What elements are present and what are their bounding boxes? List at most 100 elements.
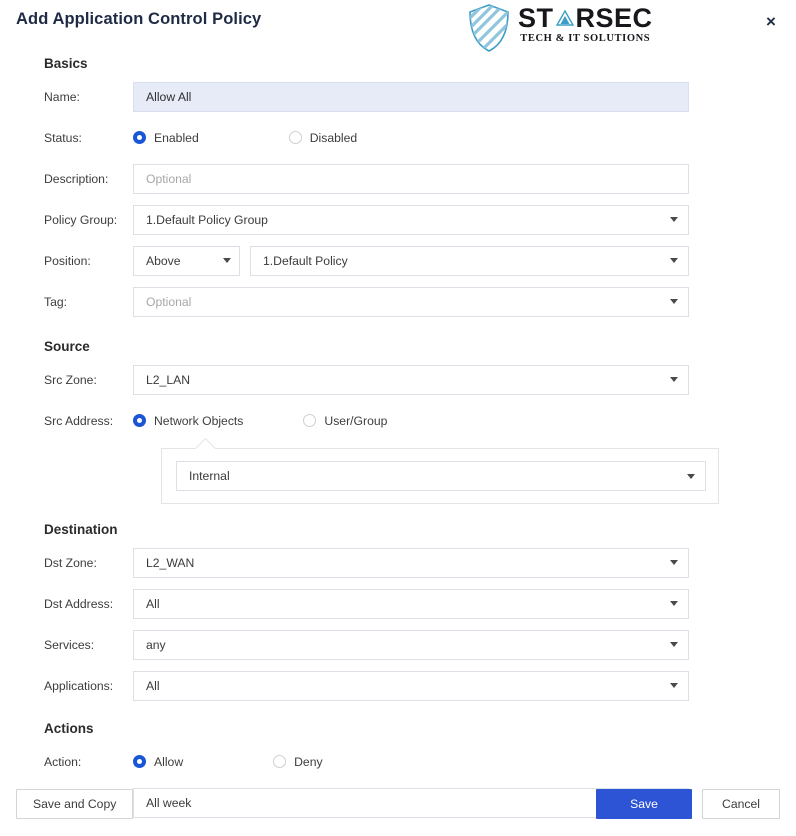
save-button[interactable]: Save	[596, 789, 692, 819]
applications-value: All	[146, 678, 160, 693]
services-value: any	[146, 637, 166, 652]
chevron-down-icon	[670, 642, 678, 647]
src-address-radio-network-objects[interactable]: Network Objects	[133, 414, 243, 428]
status-radio-enabled[interactable]: Enabled	[133, 131, 199, 145]
label-name: Name:	[44, 89, 80, 104]
chevron-down-icon	[223, 258, 231, 263]
row-applications: Applications: All	[16, 668, 780, 703]
label-action: Action:	[44, 754, 82, 769]
section-title-actions: Actions	[44, 721, 94, 736]
add-application-control-policy-dialog: Add Application Control Policy ST RSEC T…	[0, 0, 796, 836]
label-tag: Tag:	[44, 294, 68, 309]
brand-wordmark: ST RSEC	[518, 3, 653, 33]
row-position: Position: Above 1.Default Policy	[16, 243, 780, 278]
row-tag: Tag: Optional	[16, 284, 780, 319]
chevron-down-icon	[670, 377, 678, 382]
label-applications: Applications:	[44, 678, 114, 693]
close-icon[interactable]: ×	[760, 10, 782, 32]
chevron-down-icon	[687, 473, 695, 479]
dst-address-value: All	[146, 596, 160, 611]
tag-placeholder: Optional	[146, 294, 192, 309]
action-radio-allow[interactable]: Allow	[133, 755, 183, 769]
row-action: Action: Allow Deny	[16, 744, 780, 779]
row-services: Services: any	[16, 627, 780, 662]
section-title-basics: Basics	[44, 56, 88, 71]
radio-unselected-icon	[288, 131, 302, 144]
dst-zone-value: L2_WAN	[146, 555, 195, 570]
policy-group-select[interactable]: 1.Default Policy Group	[133, 204, 689, 235]
src-zone-select[interactable]: L2_LAN	[133, 364, 689, 395]
chevron-down-icon	[670, 683, 678, 688]
chevron-down-icon	[670, 258, 678, 263]
shield-icon	[469, 4, 509, 52]
dst-address-select[interactable]: All	[133, 588, 689, 619]
dst-zone-select[interactable]: L2_WAN	[133, 547, 689, 578]
chevron-down-icon	[670, 560, 678, 565]
label-dst-zone: Dst Zone:	[44, 555, 97, 570]
label-services: Services:	[44, 637, 95, 652]
name-input[interactable]: Allow All	[133, 81, 689, 112]
policy-group-value: 1.Default Policy Group	[146, 212, 268, 227]
src-address-radio-user-group-label: User/Group	[324, 413, 388, 428]
wordmark-right: RSEC	[575, 3, 653, 33]
label-dst-address: Dst Address:	[44, 596, 114, 611]
position-relation-value: Above	[146, 253, 181, 268]
section-title-destination: Destination	[44, 522, 118, 537]
label-status: Status:	[44, 130, 82, 145]
position-reference-select[interactable]: 1.Default Policy	[250, 245, 689, 276]
row-dst-address: Dst Address: All	[16, 586, 780, 621]
label-policy-group: Policy Group:	[44, 212, 118, 227]
position-reference-value: 1.Default Policy	[263, 253, 348, 268]
src-address-object-value: Internal	[189, 469, 230, 483]
row-name: Name: Allow All	[16, 79, 780, 114]
row-dst-zone: Dst Zone: L2_WAN	[16, 545, 780, 580]
footer-actions: Save Cancel	[596, 789, 780, 819]
action-radio-allow-label: Allow	[154, 754, 184, 769]
page-title: Add Application Control Policy	[16, 10, 262, 28]
src-address-objects-panel: Internal	[161, 448, 719, 504]
radio-selected-icon	[133, 131, 146, 144]
action-radio-deny[interactable]: Deny	[273, 754, 323, 769]
status-radio-disabled-label: Disabled	[309, 130, 358, 145]
status-radio-group: Enabled Disabled	[133, 131, 357, 145]
chevron-down-icon	[670, 601, 678, 606]
starsec-logo: ST RSEC TECH & IT SOLUTIONS	[468, 4, 653, 52]
position-relation-select[interactable]: Above	[133, 245, 240, 276]
label-position: Position:	[44, 253, 91, 268]
dialog-footer: Save and Copy Save Cancel	[0, 788, 796, 820]
status-radio-disabled[interactable]: Disabled	[288, 130, 358, 145]
row-status: Status: Enabled Disabled	[16, 120, 780, 155]
src-address-radio-network-objects-label: Network Objects	[154, 413, 244, 428]
action-radio-group: Allow Deny	[133, 755, 323, 769]
tag-select[interactable]: Optional	[133, 286, 689, 317]
description-input[interactable]: Optional	[133, 163, 689, 194]
action-radio-deny-label: Deny	[294, 754, 323, 769]
dialog-body: Basics Name: Allow All Status: Enabled D…	[0, 56, 796, 836]
row-src-address: Src Address: Network Objects User/Group	[16, 403, 780, 438]
row-description: Description: Optional	[16, 161, 780, 196]
src-address-object-select[interactable]: Internal	[176, 461, 706, 491]
dialog-header: Add Application Control Policy ST RSEC T…	[0, 0, 796, 56]
name-input-value: Allow All	[146, 89, 192, 104]
applications-select[interactable]: All	[133, 670, 689, 701]
label-src-zone: Src Zone:	[44, 372, 97, 387]
services-select[interactable]: any	[133, 629, 689, 660]
src-zone-value: L2_LAN	[146, 372, 191, 387]
wordmark-left: ST	[518, 3, 554, 33]
row-src-zone: Src Zone: L2_LAN	[16, 362, 780, 397]
cancel-button[interactable]: Cancel	[702, 789, 780, 819]
description-input-placeholder: Optional	[146, 171, 192, 186]
brand-text: ST RSEC TECH & IT SOLUTIONS	[518, 3, 653, 45]
radio-unselected-icon	[303, 414, 317, 427]
save-and-copy-button[interactable]: Save and Copy	[16, 789, 134, 819]
chevron-down-icon	[670, 217, 678, 222]
brand-tagline: TECH & IT SOLUTIONS	[520, 33, 651, 45]
radio-selected-icon	[133, 414, 146, 427]
status-radio-enabled-label: Enabled	[154, 130, 199, 145]
src-address-radio-user-group[interactable]: User/Group	[303, 414, 387, 428]
src-address-radio-group: Network Objects User/Group	[133, 414, 387, 428]
chevron-down-icon	[670, 299, 678, 304]
radio-selected-icon	[133, 755, 146, 768]
row-policy-group: Policy Group: 1.Default Policy Group	[16, 202, 780, 237]
section-title-source: Source	[44, 339, 90, 354]
